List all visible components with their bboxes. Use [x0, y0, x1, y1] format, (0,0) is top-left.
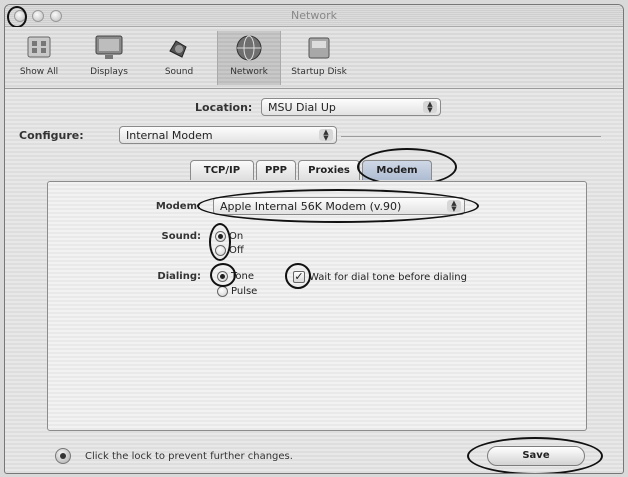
- toolbar-label-sound: Sound: [164, 67, 194, 77]
- show-all-icon: [27, 36, 51, 58]
- wait-dial-tone-checkbox[interactable]: ✓: [293, 271, 305, 283]
- popup-arrows-icon: ▲ ▼: [319, 129, 333, 142]
- location-label: Location:: [195, 101, 253, 114]
- dialing-tone-radio[interactable]: [217, 271, 228, 282]
- dialing-label: Dialing:: [157, 271, 201, 282]
- toolbar-label-network: Network: [230, 67, 268, 77]
- sound-off-label: Off: [229, 245, 244, 256]
- toolbar-item-displays[interactable]: Displays: [77, 31, 141, 85]
- toolbar-item-startup-disk[interactable]: Startup Disk: [287, 31, 351, 85]
- configure-label: Configure:: [19, 129, 84, 142]
- modem-value: Apple Internal 56K Modem (v.90): [220, 200, 402, 213]
- toolbar-item-sound[interactable]: Sound: [147, 31, 211, 85]
- dialing-pulse-label: Pulse: [231, 286, 258, 297]
- modem-settings-panel: [47, 181, 587, 431]
- dialing-tone-label: Tone: [231, 271, 255, 282]
- preferences-toolbar: Show All Displays Sound Network Startup …: [5, 27, 623, 89]
- tab-tcpip[interactable]: TCP/IP: [190, 160, 254, 180]
- toolbar-label-startup-disk: Startup Disk: [291, 67, 347, 77]
- network-preferences-window: Network Show All Displays Sound Network …: [4, 4, 624, 474]
- toolbar-label-displays: Displays: [90, 67, 128, 77]
- tab-modem[interactable]: Modem: [362, 160, 432, 180]
- sound-on-label: On: [229, 231, 244, 242]
- sound-on-radio[interactable]: [215, 231, 226, 242]
- wait-dial-tone-label: Wait for dial tone before dialing: [309, 272, 467, 283]
- popup-arrows-icon: ▲ ▼: [447, 200, 461, 213]
- tab-ppp[interactable]: PPP: [256, 160, 296, 180]
- modem-label: Modem:: [155, 201, 201, 212]
- configure-value: Internal Modem: [126, 129, 213, 142]
- sound-label: Sound:: [161, 231, 201, 242]
- sound-off-radio[interactable]: [215, 245, 226, 256]
- title-bar: Network: [5, 5, 623, 27]
- toolbar-item-network[interactable]: Network: [217, 31, 281, 85]
- display-icon: [95, 35, 123, 59]
- separator-line: [341, 136, 601, 137]
- tab-proxies[interactable]: Proxies: [298, 160, 360, 180]
- location-value: MSU Dial Up: [268, 101, 336, 114]
- lock-status-text: Click the lock to prevent further change…: [85, 451, 293, 462]
- lock-icon[interactable]: [55, 448, 71, 464]
- network-globe-icon: [236, 35, 262, 61]
- disk-icon: [308, 37, 330, 59]
- toolbar-item-show-all[interactable]: Show All: [7, 31, 71, 85]
- toolbar-label-show-all: Show All: [19, 67, 59, 77]
- popup-arrows-icon: ▲ ▼: [423, 101, 437, 114]
- modem-popup[interactable]: Apple Internal 56K Modem (v.90) ▲ ▼: [213, 197, 465, 215]
- location-popup[interactable]: MSU Dial Up ▲ ▼: [261, 98, 441, 116]
- window-title: Network: [291, 9, 337, 22]
- dialing-pulse-radio[interactable]: [217, 286, 228, 297]
- save-button[interactable]: Save: [487, 446, 585, 466]
- configure-popup[interactable]: Internal Modem ▲ ▼: [119, 126, 337, 144]
- speaker-icon: [169, 40, 187, 58]
